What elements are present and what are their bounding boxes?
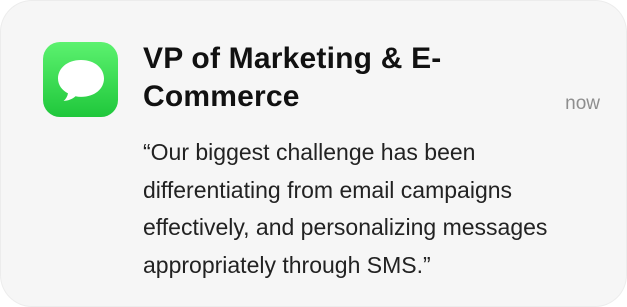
speech-bubble-icon — [57, 59, 104, 101]
notification-title: VP of Marketing & E-Commerce — [143, 42, 442, 113]
notification-message: “Our biggest challenge has been differen… — [143, 134, 613, 284]
message-line: differentiating from email campaigns — [143, 176, 513, 203]
notification-card[interactable]: VP of Marketing & E-Commerce now “Our bi… — [0, 0, 627, 307]
message-line: appropriately through SMS.” — [143, 251, 431, 278]
message-line: effectively, and personalizing messages — [143, 214, 548, 240]
notification-time: now — [565, 93, 600, 114]
message-line: “Our biggest challenge has been — [143, 139, 476, 165]
messages-icon — [43, 42, 118, 117]
